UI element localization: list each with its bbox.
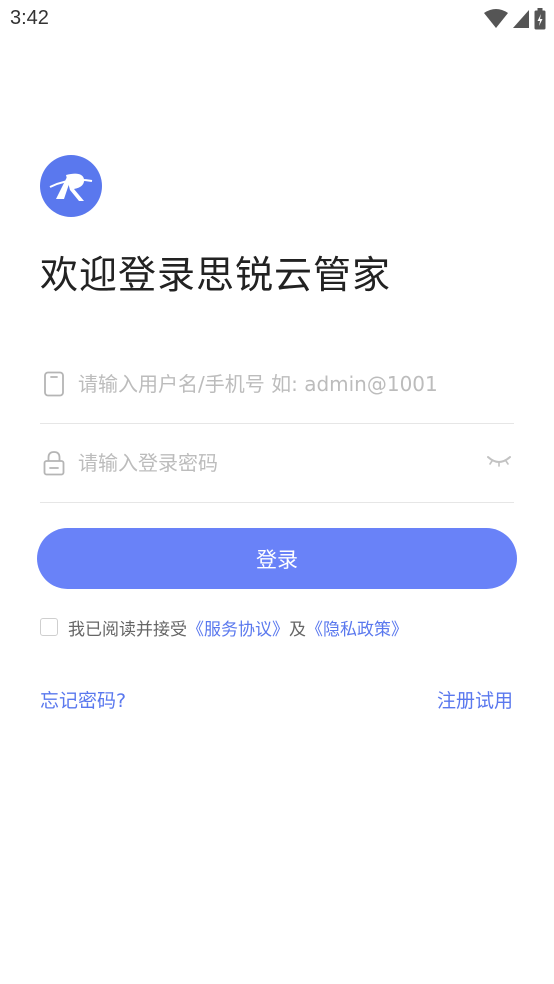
forgot-password-link[interactable]: 忘记密码? <box>40 686 126 713</box>
status-icons <box>484 8 546 30</box>
agreement-conjunction: 及 <box>289 619 306 640</box>
login-button[interactable]: 登录 <box>37 528 517 589</box>
signal-icon <box>513 10 529 28</box>
app-logo-icon <box>49 173 93 201</box>
service-agreement-link[interactable]: 《服务协议》 <box>187 615 289 640</box>
login-screen: 3:42 欢迎登录思锐云管家 请输入用户名/手机号 如: admin@1001 … <box>0 0 554 984</box>
agreement-prefix: 我已阅读并接受 <box>68 619 187 640</box>
page-title: 欢迎登录思锐云管家 <box>40 253 392 297</box>
password-field-row <box>40 425 514 503</box>
register-trial-link[interactable]: 注册试用 <box>437 686 513 713</box>
battery-icon <box>534 8 546 30</box>
username-input[interactable] <box>78 366 488 402</box>
phone-icon <box>44 371 64 397</box>
app-logo <box>40 155 102 217</box>
status-time: 3:42 <box>10 7 49 29</box>
eye-closed-icon[interactable] <box>486 453 512 469</box>
agreement-checkbox[interactable] <box>40 618 58 636</box>
lock-icon <box>43 451 65 476</box>
privacy-policy-link[interactable]: 《隐私政策》 <box>306 615 408 640</box>
agreement-row: 我已阅读并接受 《服务协议》 及 《隐私政策》 <box>40 614 408 640</box>
wifi-icon <box>484 9 508 28</box>
password-input[interactable] <box>78 445 488 481</box>
status-bar: 3:42 <box>0 0 554 40</box>
username-field-row <box>40 346 514 424</box>
